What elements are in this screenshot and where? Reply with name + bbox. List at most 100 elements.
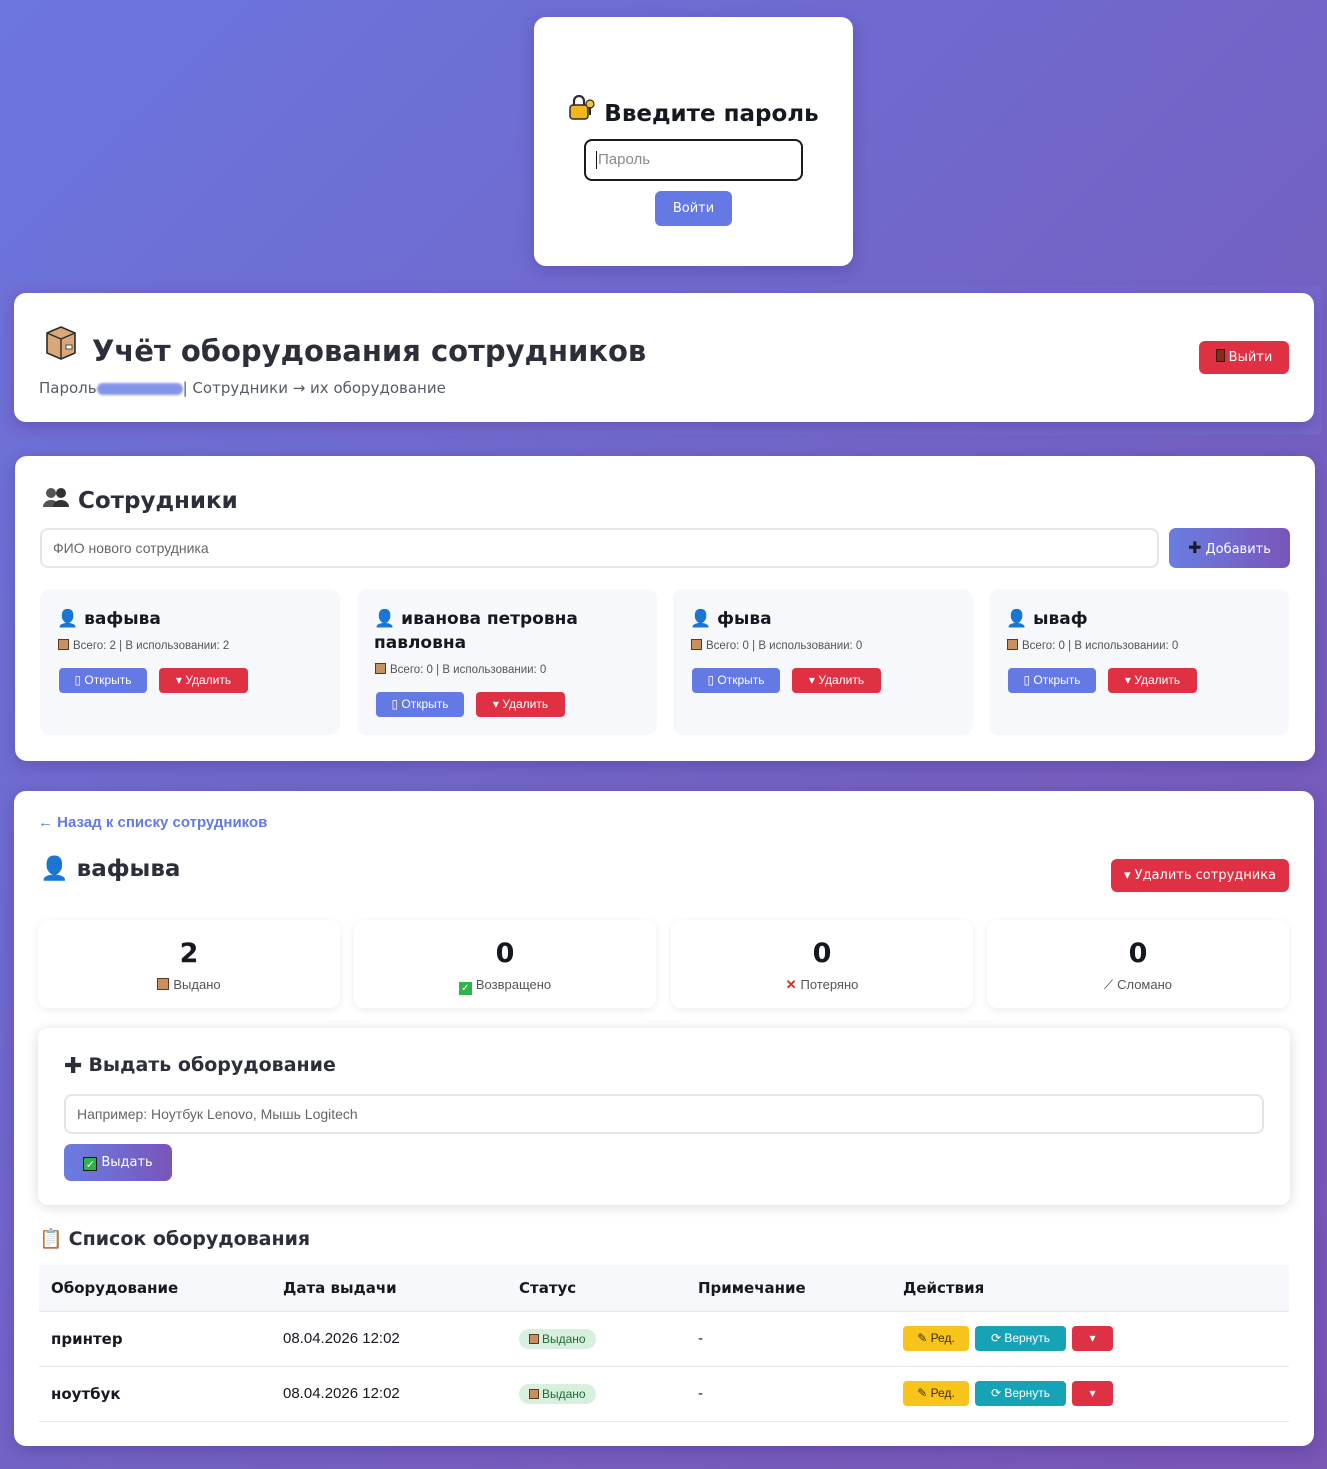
- password-input[interactable]: Пароль: [584, 139, 803, 181]
- status-cell: Выдано: [507, 1311, 686, 1366]
- refresh-icon: ⟳: [990, 1386, 1005, 1400]
- return-button[interactable]: ⟳ Вернуть: [975, 1381, 1066, 1406]
- delete-employee-detail-button[interactable]: ▾ Удалить сотрудника: [1111, 859, 1289, 892]
- delete-label: Удалить: [1134, 673, 1181, 687]
- delete-employee-button[interactable]: ▾ Удалить: [1108, 668, 1197, 693]
- package-icon: [529, 1388, 539, 1399]
- stat-issued: 2 Выдано: [38, 920, 340, 1008]
- add-label: Добавить: [1205, 542, 1271, 557]
- open-label: Открыть: [401, 697, 449, 711]
- column-header: Дата выдачи: [283, 1278, 397, 1297]
- package-icon: [1007, 639, 1018, 650]
- equipment-input[interactable]: Например: Ноутбук Lenovo, Мышь Logitech: [64, 1094, 1264, 1134]
- employee-meta-text: Всего: 0 | В использовании: 0: [390, 664, 547, 676]
- column-header: Примечание: [698, 1278, 806, 1297]
- delete-label: Удалить: [502, 697, 549, 711]
- pencil-icon: ✎: [917, 1386, 931, 1400]
- users-icon: [42, 486, 70, 514]
- employee-meta: Всего: 2 | В использовании: 2: [58, 639, 229, 652]
- open-employee-button[interactable]: ▯ Открыть: [376, 692, 464, 717]
- package-icon: [58, 639, 69, 650]
- open-label: Открыть: [1033, 673, 1081, 687]
- user-icon: 👤: [57, 609, 79, 629]
- login-button[interactable]: Войти: [655, 191, 732, 226]
- stat-value: 2: [179, 938, 199, 969]
- new-employee-input[interactable]: ФИО нового сотрудника: [40, 528, 1159, 568]
- employee-name: 👤 ываф: [1006, 607, 1276, 631]
- clipboard-icon: ▯: [707, 673, 718, 687]
- column-header: Статус: [519, 1278, 577, 1297]
- issue-date: 08.04.2026 12:02: [283, 1330, 400, 1347]
- employee-meta: Всего: 0 | В использовании: 0: [375, 663, 546, 676]
- delete-label: Удалить: [818, 673, 865, 687]
- note: -: [698, 1330, 703, 1347]
- equipment-list-title: 📋 Список оборудования: [39, 1227, 310, 1250]
- delete-employee-button[interactable]: ▾ Удалить: [476, 692, 565, 717]
- back-link[interactable]: ← Назад к списку сотрудников: [38, 814, 267, 831]
- employee-name: 👤 вафыва: [57, 607, 327, 631]
- stat-label-text: Возвращено: [475, 977, 552, 992]
- list-title-text: Список оборудования: [68, 1228, 311, 1250]
- issue-title-text: Выдать оборудование: [88, 1054, 336, 1076]
- note: -: [698, 1385, 703, 1402]
- status-text: Выдано: [542, 1331, 586, 1346]
- logout-button[interactable]: Выйти: [1199, 341, 1289, 374]
- equipment-placeholder: Например: Ноутбук Lenovo, Мышь Logitech: [77, 1106, 358, 1122]
- plus-icon: ✚: [1188, 538, 1202, 557]
- employee-name: 👤 фыва: [690, 607, 960, 631]
- package-icon: [529, 1333, 539, 1344]
- add-employee-button[interactable]: ✚ Добавить: [1169, 528, 1290, 568]
- edit-button[interactable]: ✎ Ред.: [903, 1326, 969, 1351]
- employee-name: 👤 иванова петровна павловна: [374, 607, 644, 655]
- clipboard-icon: 📋: [39, 1228, 63, 1250]
- table-header-row: Оборудование Дата выдачи Статус Примечан…: [39, 1265, 1289, 1311]
- package-icon: [157, 978, 170, 990]
- return-label: Вернуть: [1004, 1386, 1051, 1400]
- employees-panel: Сотрудники ФИО нового сотрудника ✚ Добави…: [15, 456, 1315, 761]
- stat-value: 0: [1128, 938, 1148, 969]
- table-row: принтер 08.04.2026 12:02 Выдано - ✎ Ред.…: [39, 1311, 1289, 1366]
- return-label: Вернуть: [1004, 1331, 1051, 1345]
- edit-label: Ред.: [930, 1331, 955, 1345]
- employee-meta-text: Всего: 0 | В использовании: 0: [706, 640, 863, 652]
- delete-item-button[interactable]: ▾: [1072, 1326, 1113, 1351]
- delete-employee-label: Удалить сотрудника: [1134, 868, 1277, 883]
- page-title-text: Учёт оборудования сотрудников: [92, 334, 647, 368]
- return-button[interactable]: ⟳ Вернуть: [975, 1326, 1066, 1351]
- stat-label: ✕ Потеряно: [671, 977, 973, 993]
- employee-meta-text: Всего: 0 | В использовании: 0: [1022, 640, 1179, 652]
- app-header: Учёт оборудования сотрудников Пароль | Со…: [14, 293, 1314, 422]
- stat-value: 0: [495, 938, 515, 969]
- login-title-text: Введите пароль: [604, 101, 819, 127]
- open-employee-button[interactable]: ▯ Открыть: [59, 668, 147, 693]
- trash-icon: ▾: [492, 697, 503, 711]
- plus-icon: ✚: [64, 1054, 83, 1079]
- edit-button[interactable]: ✎ Ред.: [903, 1381, 969, 1406]
- actions-cell: ✎ Ред. ⟳ Вернуть ▾: [891, 1311, 1289, 1366]
- column-header: Действия: [903, 1278, 985, 1297]
- employee-name-text: иванова петровна павловна: [374, 609, 578, 653]
- subtitle-suffix: | Сотрудники → их оборудование: [182, 379, 446, 397]
- employee-meta: Всего: 0 | В использовании: 0: [1007, 639, 1178, 652]
- delete-employee-button[interactable]: ▾ Удалить: [792, 668, 881, 693]
- issue-button[interactable]: ✓ Выдать: [64, 1144, 172, 1181]
- package-icon: [691, 639, 702, 650]
- door-icon: [1215, 349, 1225, 362]
- stat-lost: 0 ✕ Потеряно: [671, 920, 973, 1008]
- open-employee-button[interactable]: ▯ Открыть: [1008, 668, 1096, 693]
- employee-meta: Всего: 0 | В использовании: 0: [691, 639, 862, 652]
- cross-icon: ✕: [785, 977, 797, 992]
- table-row: ноутбук 08.04.2026 12:02 Выдано - ✎ Ред.…: [39, 1366, 1289, 1421]
- employee-name-text: фыва: [717, 609, 772, 629]
- stat-label: ⟋ Сломано: [987, 977, 1289, 993]
- column-header: Оборудование: [51, 1278, 179, 1297]
- open-employee-button[interactable]: ▯ Открыть: [692, 668, 780, 693]
- delete-item-button[interactable]: ▾: [1072, 1381, 1113, 1406]
- subtitle-prefix: Пароль: [39, 379, 97, 397]
- trash-icon: ▾: [1089, 1386, 1096, 1400]
- login-title: Введите пароль: [534, 94, 853, 127]
- logout-label: Выйти: [1228, 350, 1273, 365]
- delete-employee-button[interactable]: ▾ Удалить: [159, 668, 248, 693]
- employee-detail-name: 👤 вафыва: [40, 855, 180, 882]
- employee-detail-panel: ← Назад к списку сотрудников 👤 вафыва ▾ У…: [14, 791, 1314, 1446]
